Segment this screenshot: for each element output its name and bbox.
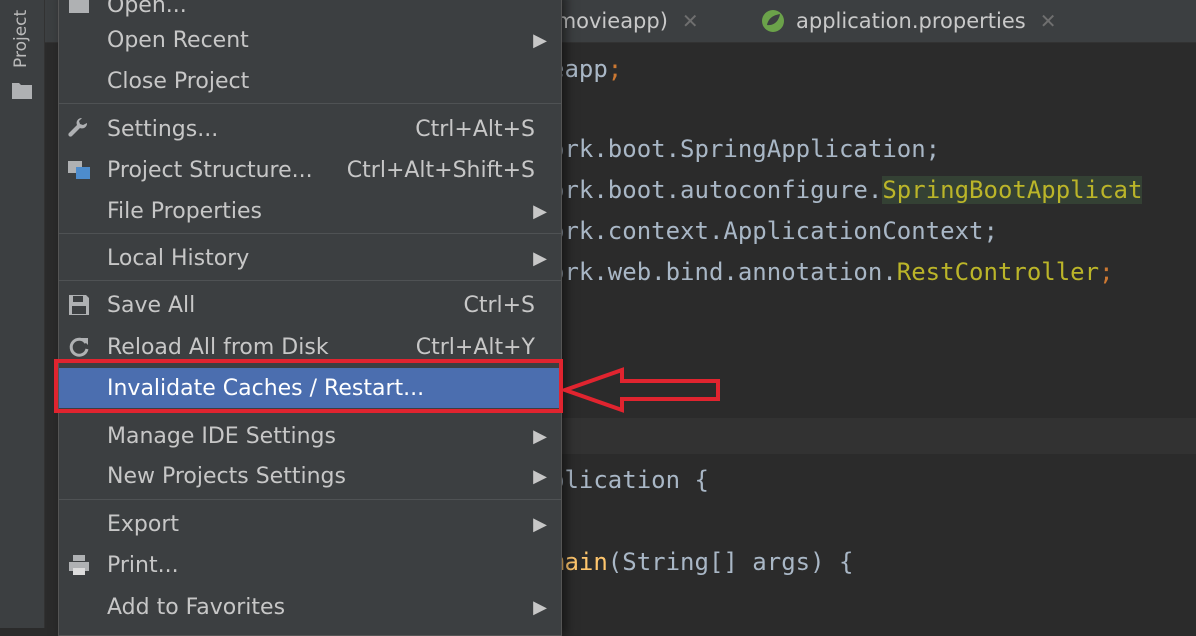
printer-icon	[69, 555, 89, 575]
folder-icon[interactable]	[11, 80, 33, 100]
submenu-arrow-icon: ▶	[533, 513, 547, 535]
submenu-arrow-icon: ▶	[533, 465, 547, 487]
current-line-highlight	[550, 418, 1196, 454]
submenu-arrow-icon: ▶	[533, 425, 547, 447]
tool-window-strip: Project	[0, 0, 45, 628]
project-tool-tab[interactable]: Project	[6, 4, 36, 74]
close-icon[interactable]: ✕	[1040, 9, 1057, 33]
file-menu: Open... Open Recent ▶ Close Project Sett…	[58, 0, 562, 636]
folder-open-icon	[69, 0, 89, 13]
menu-item-file-properties[interactable]: File Properties ▶	[59, 191, 561, 231]
save-icon	[69, 295, 89, 315]
menu-item-open-recent[interactable]: Open Recent ▶	[59, 20, 561, 60]
annotation-highlight-box	[54, 359, 563, 413]
menu-item-save-all[interactable]: Save All Ctrl+S	[59, 285, 561, 325]
submenu-arrow-icon: ▶	[533, 247, 547, 269]
close-icon[interactable]: ✕	[682, 9, 699, 33]
menu-item-print[interactable]: Print...	[59, 545, 561, 585]
menu-item-add-to-favorites[interactable]: Add to Favorites ▶	[59, 587, 561, 627]
menu-item-local-history[interactable]: Local History ▶	[59, 238, 561, 278]
menu-item-manage-ide-settings[interactable]: Manage IDE Settings ▶	[59, 416, 561, 456]
menu-separator	[59, 280, 561, 281]
submenu-arrow-icon: ▶	[533, 29, 547, 51]
menu-item-close-project[interactable]: Close Project	[59, 61, 561, 101]
tab-label: application.properties	[796, 9, 1026, 33]
project-structure-icon	[68, 161, 90, 179]
code-line: ork.boot.autoconfigure.SpringBootApplica…	[550, 176, 1143, 204]
submenu-arrow-icon: ▶	[533, 596, 547, 618]
annotation-arrow-icon	[560, 367, 720, 413]
menu-item-new-projects-settings[interactable]: New Projects Settings ▶	[59, 456, 561, 496]
menu-item-project-structure[interactable]: Project Structure... Ctrl+Alt+Shift+S	[59, 150, 561, 190]
menu-item-settings[interactable]: Settings... Ctrl+Alt+S	[59, 109, 561, 149]
code-line: main(String[] args) {	[550, 548, 854, 576]
menu-separator	[59, 233, 561, 234]
code-line: plication {	[550, 466, 709, 494]
code-line: ork.context.ApplicationContext;	[550, 217, 998, 245]
code-line: ork.boot.SpringApplication;	[550, 135, 941, 163]
menu-separator	[59, 499, 561, 500]
menu-separator	[59, 103, 561, 104]
submenu-arrow-icon: ▶	[533, 200, 547, 222]
spring-leaf-icon	[762, 10, 784, 32]
code-line: ork.web.bind.annotation.RestController;	[550, 258, 1114, 286]
menu-item-export[interactable]: Export ▶	[59, 504, 561, 544]
wrench-icon	[68, 117, 88, 137]
tab-application-properties[interactable]: application.properties ✕	[760, 0, 1056, 42]
refresh-icon	[69, 337, 89, 357]
